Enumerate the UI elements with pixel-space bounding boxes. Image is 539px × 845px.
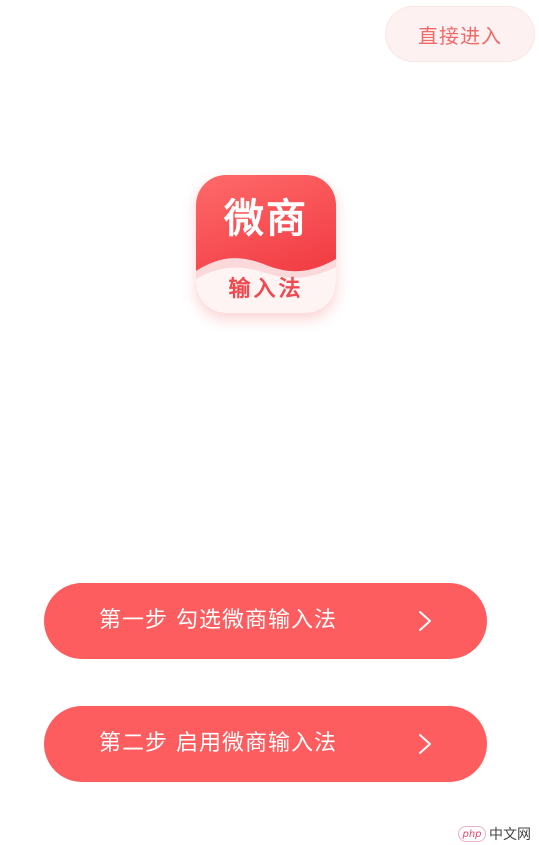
step-one-button[interactable]: 第一步 勾选微商输入法	[44, 583, 487, 659]
enter-directly-label: 直接进入	[418, 23, 502, 48]
chevron-right-icon	[419, 734, 431, 754]
chevron-right-icon	[419, 611, 431, 631]
enter-directly-button[interactable]: 直接进入	[385, 6, 535, 62]
watermark: php 中文网	[458, 824, 531, 844]
logo-subtitle: 输入法	[228, 277, 304, 302]
php-logo: php	[458, 826, 486, 842]
step-two-label: 第二步 启用微商输入法	[99, 731, 337, 756]
step-two-button[interactable]: 第二步 启用微商输入法	[44, 706, 487, 782]
step-one-label: 第一步 勾选微商输入法	[99, 608, 337, 633]
watermark-text: 中文网	[489, 827, 531, 843]
app-logo: 微商 输入法	[196, 175, 336, 313]
logo-title: 微商	[224, 196, 308, 242]
